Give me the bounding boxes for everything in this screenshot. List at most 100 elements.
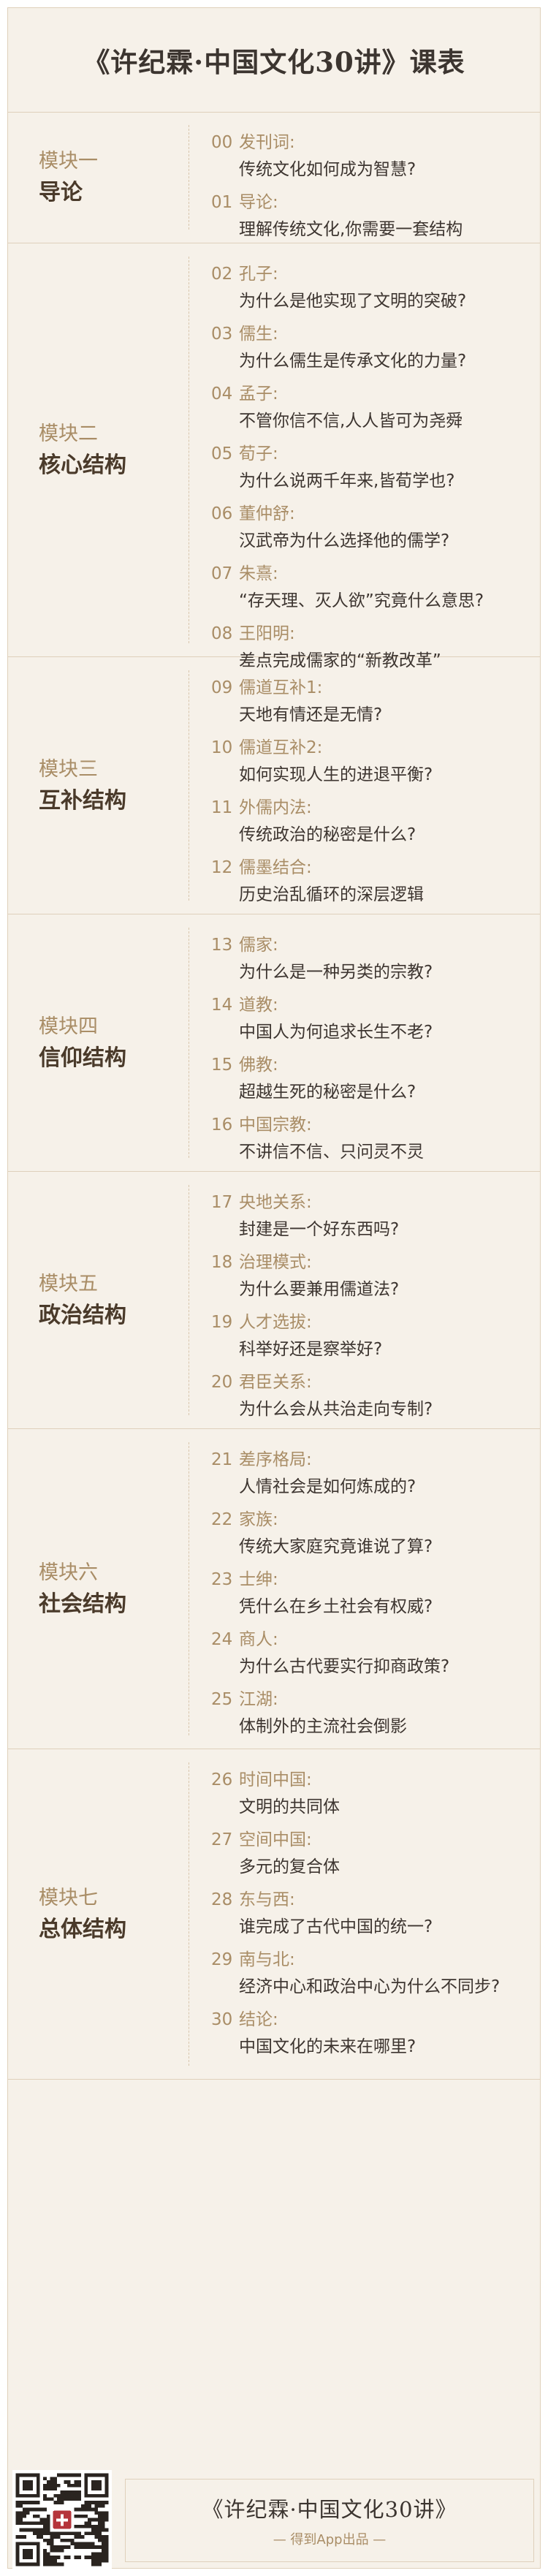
module-name: 政治结构 [39, 1302, 126, 1328]
qr-code-icon [12, 2470, 112, 2569]
lecture-number: 12 [211, 858, 233, 877]
lecture-header: 28 东与西: [211, 1887, 533, 1913]
lecture-title: 超越生死的秘密是什么? [239, 1083, 416, 1102]
lecture-topic: 士绅: [239, 1570, 278, 1589]
lecture-header: 14 道教: [211, 992, 533, 1018]
lecture-topic: 空间中国: [239, 1830, 312, 1849]
lecture-title: 为什么是他实现了文明的突破? [239, 292, 467, 311]
module-section: 模块二 核心结构 02 孔子: 为什么是他实现了文明的突破? 03 儒生: 为什么儒生是传承文… [8, 243, 540, 670]
lecture-number: 15 [211, 1056, 233, 1075]
lecture-number: 19 [211, 1313, 233, 1332]
lecture-title: 为什么是一种另类的宗教? [239, 963, 433, 982]
course-schedule-card: 《许纪霖·中国文化30讲》课表 模块一 导论 00 发刊词: 传统文化如何成为智慧? 01… [7, 7, 541, 2569]
lecture-title: 为什么要兼用儒道法? [239, 1280, 400, 1299]
lecture-header: 27 空间中国: [211, 1827, 533, 1853]
lecture-item: 30 结论: 中国文化的未来在哪里? [211, 2007, 533, 2067]
page-title: 《许纪霖·中国文化30讲》课表 [83, 46, 465, 78]
lecture-topic: 外儒内法: [239, 798, 312, 817]
lecture-item: 14 道教: 中国人为何追求长生不老? [211, 992, 533, 1052]
lecture-number: 17 [211, 1193, 233, 1212]
lecture-title: 汉武帝为什么选择他的儒学? [239, 531, 450, 550]
lecture-item: 27 空间中国: 多元的复合体 [211, 1827, 533, 1887]
module-label: 模块五 政治结构 [39, 1269, 170, 1332]
lecture-header: 22 家族: [211, 1507, 533, 1533]
module-index: 模块七 [39, 1886, 98, 1909]
footer-brand-box: 《许纪霖·中国文化30讲》 — 得到App出品 — [125, 2479, 534, 2562]
module-name: 社会结构 [39, 1591, 126, 1617]
lecture-item: 09 儒道互补1: 天地有情还是无情? [211, 675, 533, 735]
lecture-number: 23 [211, 1570, 233, 1589]
lecture-item: 13 儒家: 为什么是一种另类的宗教? [211, 932, 533, 992]
lecture-item: 17 央地关系: 封建是一个好东西吗? [211, 1189, 533, 1249]
module-label: 模块六 社会结构 [39, 1558, 170, 1621]
lecture-header: 18 治理模式: [211, 1249, 533, 1276]
lecture-number: 29 [211, 1950, 233, 1969]
module-section: 模块六 社会结构 21 差序格局: 人情社会是如何炼成的? 22 家族: 传统大家庭究竟谁说了… [8, 1429, 540, 1749]
lecture-item: 01 导论: 理解传统文化,你需要一套结构 [211, 189, 533, 249]
lecture-title: 传统大家庭究竟谁说了算? [239, 1537, 433, 1556]
lecture-item: 23 士绅: 凭什么在乡土社会有权威? [211, 1567, 533, 1626]
lecture-header: 06 董仲舒: [211, 501, 533, 527]
lecture-number: 21 [211, 1450, 233, 1469]
lecture-topic: 儒家: [239, 936, 278, 955]
lecture-header: 07 朱熹: [211, 561, 533, 587]
lecture-header: 20 君臣关系: [211, 1369, 533, 1395]
module-index: 模块五 [39, 1272, 98, 1295]
lecture-title: 中国文化的未来在哪里? [239, 2037, 416, 2056]
lecture-topic: 儒生: [239, 325, 278, 344]
lecture-topic: 发刊词: [239, 133, 295, 152]
lecture-title: 多元的复合体 [239, 1857, 340, 1876]
lecture-topic: 人才选拔: [239, 1313, 312, 1332]
lecture-item: 12 儒墨结合: 历史治乱循环的深层逻辑 [211, 855, 533, 914]
lecture-header: 26 时间中国: [211, 1767, 533, 1793]
module-name: 核心结构 [39, 452, 126, 478]
lecture-item: 22 家族: 传统大家庭究竟谁说了算? [211, 1507, 533, 1567]
lecture-item: 11 外儒内法: 传统政治的秘密是什么? [211, 795, 533, 855]
lecture-list: 09 儒道互补1: 天地有情还是无情? 10 儒道互补2: 如何实现人生的进退平衡? 11 外… [211, 675, 533, 914]
lecture-item: 00 发刊词: 传统文化如何成为智慧? [211, 129, 533, 189]
lecture-header: 11 外儒内法: [211, 795, 533, 821]
lecture-item: 16 中国宗教: 不讲信不信、只问灵不灵 [211, 1112, 533, 1172]
lecture-topic: 儒道互补2: [239, 738, 323, 757]
lecture-list: 26 时间中国: 文明的共同体 27 空间中国: 多元的复合体 28 东与西: 谁完成了古代中国… [211, 1767, 533, 2067]
lecture-number: 13 [211, 936, 233, 955]
lecture-header: 12 儒墨结合: [211, 855, 533, 881]
lecture-title: “存天理、灭人欲”究竟什么意思? [239, 591, 484, 610]
module-name: 导论 [39, 179, 83, 205]
lecture-title: 谁完成了古代中国的统一? [239, 1917, 433, 1936]
module-label: 模块一 导论 [39, 146, 170, 209]
lecture-number: 24 [211, 1630, 233, 1649]
lecture-title: 不管你信不信,人人皆可为尧舜 [239, 412, 463, 431]
lecture-number: 22 [211, 1510, 233, 1529]
lecture-topic: 家族: [239, 1510, 278, 1529]
module-index: 模块二 [39, 422, 98, 445]
lecture-title: 历史治乱循环的深层逻辑 [239, 885, 424, 904]
lecture-header: 13 儒家: [211, 932, 533, 958]
lecture-title: 体制外的主流社会倒影 [239, 1717, 407, 1736]
lecture-header: 02 孔子: [211, 261, 533, 287]
lecture-topic: 治理模式: [239, 1253, 312, 1272]
lecture-item: 18 治理模式: 为什么要兼用儒道法? [211, 1249, 533, 1309]
lecture-header: 29 南与北: [211, 1947, 533, 1973]
lecture-topic: 导论: [239, 193, 278, 212]
lecture-header: 25 江湖: [211, 1686, 533, 1713]
lecture-topic: 江湖: [239, 1690, 278, 1709]
lecture-number: 10 [211, 738, 233, 757]
module-label: 模块三 互补结构 [39, 754, 170, 817]
lecture-header: 24 商人: [211, 1626, 533, 1653]
module-label: 模块二 核心结构 [39, 419, 170, 482]
module-name: 互补结构 [39, 787, 126, 814]
lecture-title: 如何实现人生的进退平衡? [239, 765, 433, 784]
module-section: 模块五政治结构 17 央地关系: 封建是一个好东西吗? 18 治理模式: 为什么要兼用儒道法… [8, 1172, 540, 1429]
lecture-item: 29 南与北: 经济中心和政治中心为什么不同步? [211, 1947, 533, 2007]
module-index: 模块四 [39, 1015, 98, 1038]
lecture-title: 传统文化如何成为智慧? [239, 160, 416, 179]
lecture-header: 21 差序格局: [211, 1447, 533, 1473]
footer-title: 《许纪霖·中国文化30讲》 [202, 2497, 457, 2522]
lecture-title: 天地有情还是无情? [239, 705, 383, 724]
lecture-topic: 道教: [239, 996, 278, 1015]
module-section: 模块七 总体结构 26 时间中国: 文明的共同体 27 空间中国: 多元的复合体 28 东与西: 谁… [8, 1749, 540, 2080]
lecture-number: 09 [211, 678, 233, 697]
lecture-header: 19 人才选拔: [211, 1309, 533, 1336]
lecture-item: 26 时间中国: 文明的共同体 [211, 1767, 533, 1827]
